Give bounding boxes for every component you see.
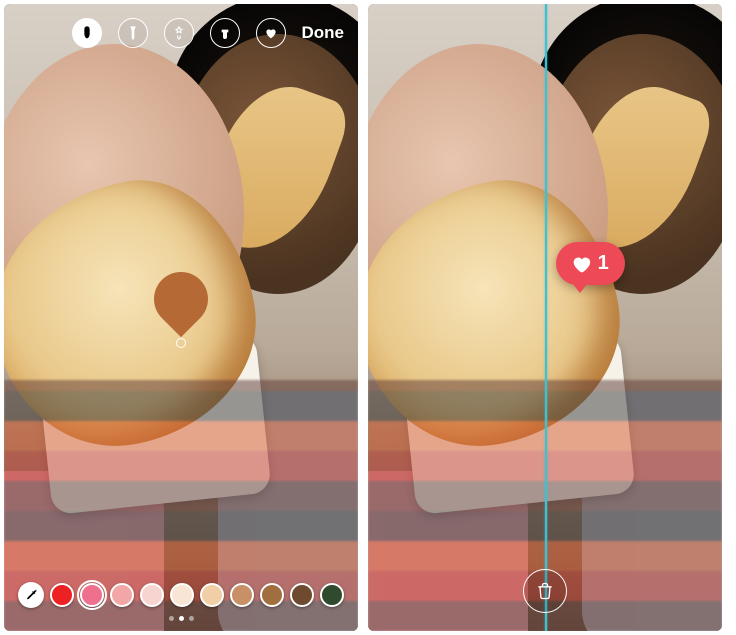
pager-dot bbox=[189, 616, 194, 621]
color-swatch-0[interactable] bbox=[50, 583, 74, 607]
neon-tool-button[interactable] bbox=[164, 18, 194, 48]
done-button[interactable]: Done bbox=[302, 23, 345, 43]
color-swatches-row bbox=[10, 582, 352, 608]
eraser-tool-button[interactable] bbox=[210, 18, 240, 48]
story-editor-sticker-screen: 1 bbox=[368, 4, 722, 631]
chisel-icon bbox=[125, 25, 141, 41]
color-swatch-9[interactable] bbox=[320, 583, 344, 607]
color-swatch-8[interactable] bbox=[290, 583, 314, 607]
eraser-icon bbox=[217, 25, 233, 41]
color-swatch-5[interactable] bbox=[200, 583, 224, 607]
pager-dot-active bbox=[179, 616, 184, 621]
neon-icon bbox=[171, 25, 187, 41]
color-swatch-1[interactable] bbox=[80, 583, 104, 607]
center-alignment-guide bbox=[545, 4, 547, 631]
delete-sticker-button[interactable] bbox=[523, 569, 567, 613]
draw-toolbar: Done bbox=[4, 18, 358, 48]
color-swatch-6[interactable] bbox=[230, 583, 254, 607]
heart-icon bbox=[570, 253, 592, 275]
photo-region bbox=[582, 391, 722, 631]
pager-dot bbox=[169, 616, 174, 621]
like-sticker[interactable]: 1 bbox=[556, 242, 625, 285]
color-palette bbox=[4, 582, 358, 621]
story-editor-draw-screen: Done bbox=[4, 4, 358, 631]
color-swatch-4[interactable] bbox=[170, 583, 194, 607]
chisel-tool-button[interactable] bbox=[118, 18, 148, 48]
like-count: 1 bbox=[598, 252, 609, 275]
color-swatch-2[interactable] bbox=[110, 583, 134, 607]
sticker-tail bbox=[572, 283, 588, 293]
heart-icon bbox=[263, 25, 279, 41]
marker-tool-button[interactable] bbox=[72, 18, 102, 48]
eyedropper-button[interactable] bbox=[18, 582, 44, 608]
color-swatch-3[interactable] bbox=[140, 583, 164, 607]
color-swatch-7[interactable] bbox=[260, 583, 284, 607]
brush-size-preview[interactable] bbox=[154, 272, 208, 326]
marker-icon bbox=[79, 25, 95, 41]
brush-target-ring-icon bbox=[176, 338, 186, 348]
heart-tool-button[interactable] bbox=[256, 18, 286, 48]
brush-color-pin bbox=[143, 261, 219, 337]
palette-pager[interactable] bbox=[169, 616, 194, 621]
trash-icon bbox=[535, 581, 555, 601]
eyedropper-icon bbox=[24, 588, 39, 603]
photo-region bbox=[368, 471, 528, 631]
